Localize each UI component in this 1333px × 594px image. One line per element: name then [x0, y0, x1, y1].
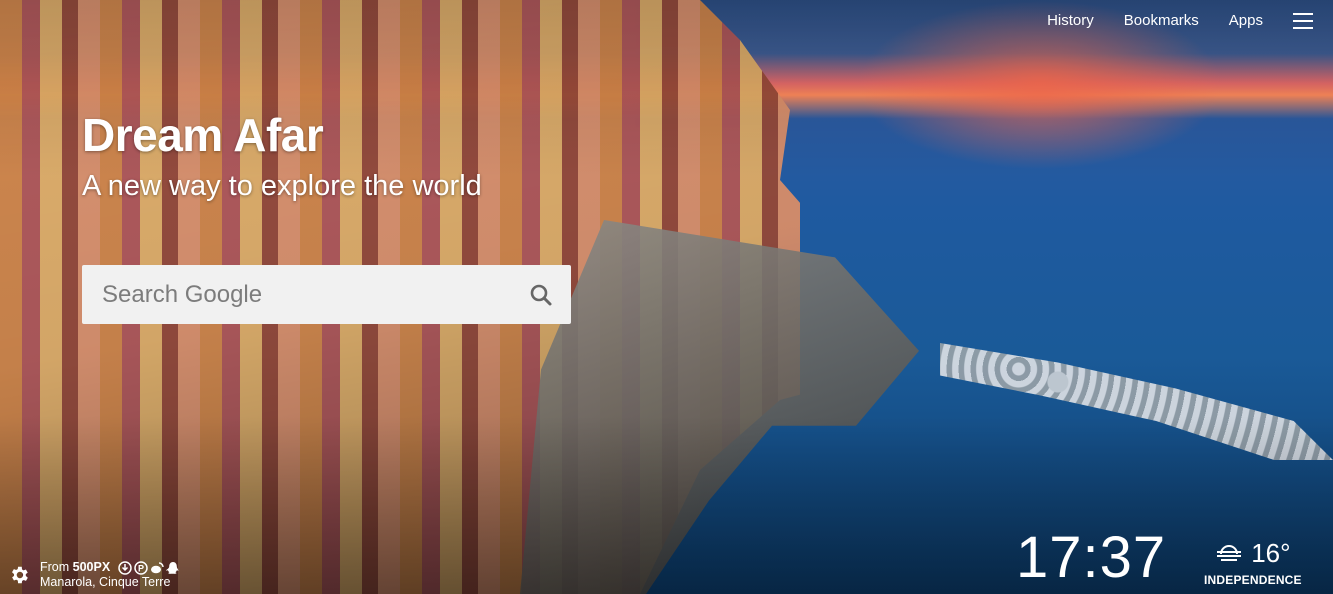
svg-text:P: P — [138, 563, 144, 573]
fog-icon — [1217, 544, 1242, 561]
pinterest-icon[interactable]: P — [133, 560, 148, 575]
history-link[interactable]: History — [1047, 12, 1094, 29]
credit-text: From 500PX P Manarola, Cinque Terre — [40, 560, 180, 590]
bookmarks-link[interactable]: Bookmarks — [1124, 12, 1199, 29]
gear-icon[interactable] — [8, 564, 30, 586]
credit-location: Manarola, Cinque Terre — [40, 575, 171, 589]
download-icon[interactable] — [117, 560, 132, 575]
brand: Dream Afar A new way to explore the worl… — [82, 108, 482, 203]
hamburger-menu-icon[interactable] — [1293, 12, 1313, 29]
qq-icon[interactable] — [166, 561, 180, 575]
clock: 17:37 — [1016, 525, 1167, 590]
credit-source-link[interactable]: 500PX — [73, 560, 111, 574]
search-input[interactable] — [82, 264, 511, 325]
top-nav: History Bookmarks Apps — [1047, 12, 1313, 29]
photo-credit: From 500PX P Manarola, Cinque Terre — [8, 560, 180, 590]
weather-temperature: 16° — [1251, 538, 1291, 568]
search-icon[interactable] — [511, 265, 571, 324]
brand-title: Dream Afar — [82, 109, 324, 161]
credit-prefix: From — [40, 560, 70, 574]
apps-link[interactable]: Apps — [1229, 12, 1263, 29]
weather-widget[interactable]: 16° INDEPENDENCE — [1204, 538, 1302, 587]
search-box — [82, 264, 571, 325]
weather-location: INDEPENDENCE — [1204, 573, 1302, 587]
brand-tagline: A new way to explore the world — [82, 170, 482, 202]
weibo-icon[interactable] — [150, 561, 164, 575]
